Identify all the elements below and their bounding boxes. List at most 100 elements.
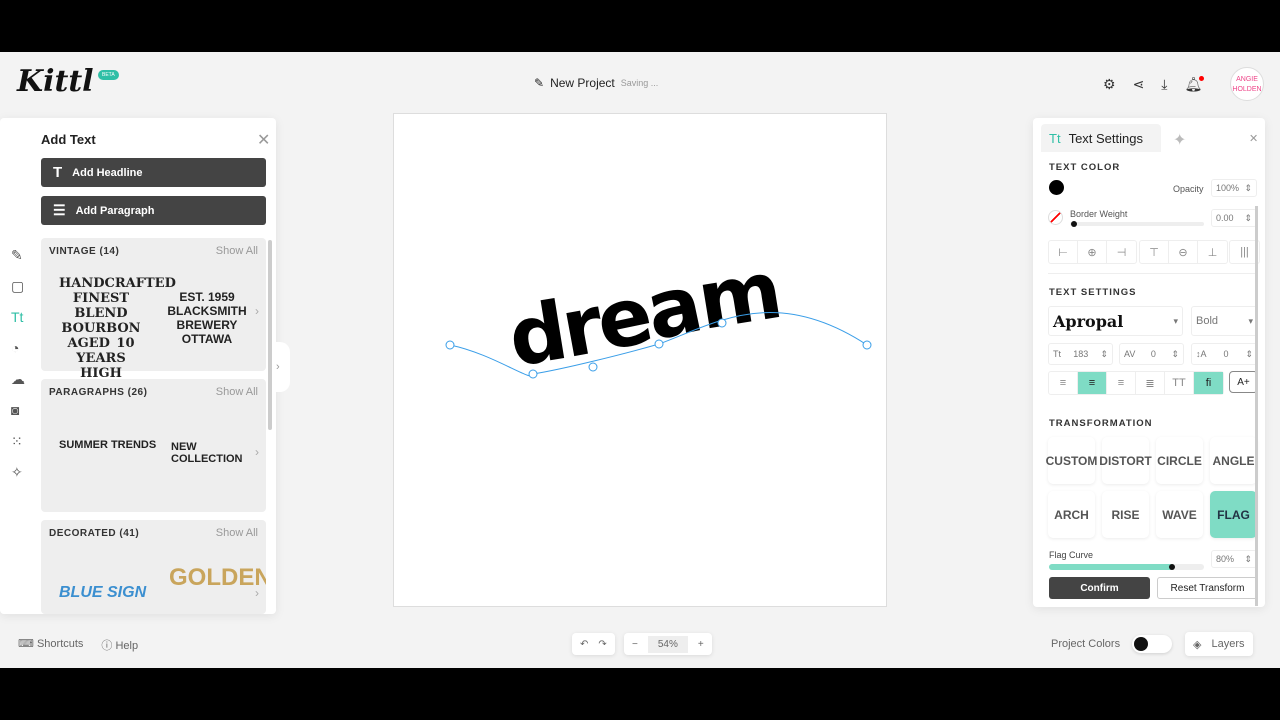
project-title-area[interactable]: ✎ New Project Saving ...: [534, 76, 658, 90]
chevron-right-icon[interactable]: ›: [255, 304, 259, 318]
chevron-down-icon: ▾: [1173, 315, 1178, 326]
scrollbar[interactable]: [268, 240, 272, 430]
text-color-swatch[interactable]: [1049, 180, 1064, 195]
collapse-panel-button[interactable]: ›: [276, 342, 290, 392]
dream-text[interactable]: dream: [502, 243, 788, 385]
ligature-icon[interactable]: ﬁ: [1194, 372, 1223, 394]
align-left-icon[interactable]: ⊢: [1049, 241, 1078, 263]
project-colors-toggle[interactable]: [1132, 635, 1172, 653]
align-top-icon[interactable]: ⊤: [1140, 241, 1169, 263]
add-text-panel: Add Text ✕ T Add Headline ☰ Add Paragraph …: [0, 118, 290, 614]
align-text-left-icon[interactable]: ≡: [1049, 372, 1078, 394]
flag-curve-slider[interactable]: [1049, 564, 1204, 570]
letter-spacing-field[interactable]: AV 0 ⇕: [1119, 343, 1184, 365]
text-icon: Tt: [1049, 130, 1061, 146]
show-all-link[interactable]: Show All: [216, 527, 258, 539]
add-headline-button[interactable]: T Add Headline: [41, 158, 266, 187]
border-weight-field[interactable]: 0.00 ⇕: [1211, 209, 1257, 227]
help-button[interactable]: ⓘ Help: [101, 637, 138, 653]
ai-sparkle-icon[interactable]: ✧: [11, 464, 25, 482]
align-right-icon[interactable]: ⊣: [1107, 241, 1136, 263]
bourbon-preview[interactable]: HANDCRAFTED FINEST BLEND BOURBON AGED 10…: [59, 276, 176, 396]
font-select[interactable]: Apropal ▾: [1048, 306, 1183, 336]
shortcuts-button[interactable]: ⌨ Shortcuts: [18, 637, 83, 653]
avatar[interactable]: ANGIE HOLDEN: [1230, 67, 1264, 101]
pattern-icon[interactable]: ⁙: [11, 433, 25, 451]
chevron-right-icon[interactable]: ›: [255, 586, 259, 600]
redo-icon[interactable]: ↷: [598, 639, 606, 650]
line-height-icon: ↕A: [1196, 349, 1207, 359]
justify-icon[interactable]: ≣: [1136, 372, 1165, 394]
layers-icon: ◈: [1193, 638, 1202, 651]
line-height-field[interactable]: ↕A 0 ⇕: [1191, 343, 1258, 365]
undo-redo-group: ↶ ↷: [572, 633, 615, 655]
shapes-icon[interactable]: ◔: [11, 340, 25, 358]
design-canvas[interactable]: dream: [393, 113, 887, 607]
share-icon[interactable]: ⋖: [1133, 76, 1145, 93]
weight-select[interactable]: Bold ▾: [1191, 306, 1258, 336]
text-icon[interactable]: Tt: [11, 309, 25, 327]
vintage-section[interactable]: VINTAGE (14) Show All HANDCRAFTED FINEST…: [41, 238, 266, 396]
paragraphs-section[interactable]: PARAGRAPHS (26) Show All SUMMER TRENDS N…: [41, 379, 266, 512]
undo-icon[interactable]: ↶: [580, 639, 588, 650]
help-icon: ⓘ: [101, 640, 113, 652]
opacity-field[interactable]: 100% ⇕: [1211, 179, 1257, 197]
border-weight-slider[interactable]: [1070, 221, 1204, 227]
align-text-right-icon[interactable]: ≡: [1107, 372, 1136, 394]
layers-button[interactable]: ◈ Layers: [1185, 632, 1253, 656]
zoom-level[interactable]: 54%: [647, 635, 688, 653]
section-title: DECORATED (41): [49, 528, 140, 539]
scrollbar[interactable]: [1255, 206, 1258, 606]
new-collection-preview[interactable]: NEW COLLECTION: [171, 441, 266, 465]
align-middle-icon[interactable]: ⊖: [1169, 241, 1198, 263]
transform-angle[interactable]: ANGLE: [1210, 437, 1257, 484]
uppercase-icon[interactable]: TT: [1165, 372, 1194, 394]
vertical-align-group: ⊤ ⊖ ⊥: [1139, 240, 1228, 264]
blue-sign-preview[interactable]: BLUE SIGN: [59, 584, 146, 602]
reset-transform-button[interactable]: Reset Transform: [1157, 577, 1258, 599]
show-all-link[interactable]: Show All: [216, 386, 258, 398]
align-bottom-icon[interactable]: ⊥: [1198, 241, 1227, 263]
warped-text[interactable]: dream: [394, 114, 888, 608]
zoom-out-button[interactable]: −: [632, 639, 638, 650]
confirm-button[interactable]: Confirm: [1049, 577, 1150, 599]
transform-rise[interactable]: RISE: [1102, 491, 1149, 538]
flag-curve-field[interactable]: 80% ⇕: [1211, 550, 1257, 568]
ai-text-tab-icon[interactable]: ✦: [1173, 130, 1186, 150]
zoom-in-button[interactable]: +: [698, 639, 704, 650]
download-icon[interactable]: ⤓: [1161, 76, 1167, 93]
upload-icon[interactable]: ☁: [11, 371, 25, 389]
transform-circle[interactable]: CIRCLE: [1156, 437, 1203, 484]
summer-trends-preview[interactable]: SUMMER TRENDS: [59, 439, 156, 451]
transform-flag[interactable]: FLAG: [1210, 491, 1257, 538]
project-title[interactable]: New Project: [550, 76, 615, 90]
align-text-center-icon[interactable]: ≡: [1078, 372, 1107, 394]
align-center-h-icon[interactable]: ⊕: [1078, 241, 1107, 263]
tab-text-settings[interactable]: Tt Text Settings: [1041, 124, 1161, 152]
pencil-icon[interactable]: ✎: [534, 76, 544, 90]
show-all-link[interactable]: Show All: [216, 245, 258, 257]
bell-icon[interactable]: 🔔︎: [1185, 76, 1205, 93]
close-icon[interactable]: ✕: [1249, 132, 1258, 145]
text-align-group: ≡ ≡ ≡ ≣ TT ﬁ: [1048, 371, 1224, 395]
golden-preview[interactable]: GOLDEN: [169, 564, 266, 592]
transform-distort[interactable]: DISTORT: [1099, 437, 1152, 484]
border-color-swatch[interactable]: [1048, 210, 1063, 225]
border-weight-label: Border Weight: [1070, 209, 1128, 219]
font-size-field[interactable]: Tt 183 ⇕: [1048, 343, 1113, 365]
transform-custom[interactable]: CUSTOM: [1046, 437, 1097, 484]
text-effects-button[interactable]: A+: [1229, 371, 1258, 393]
flag-curve-label: Flag Curve: [1049, 550, 1094, 560]
blacksmith-preview[interactable]: EST. 1959 BLACKSMITH BREWERY OTTAWA: [161, 290, 253, 346]
transform-wave[interactable]: WAVE: [1156, 491, 1203, 538]
transform-arch[interactable]: ARCH: [1048, 491, 1095, 538]
close-icon[interactable]: ✕: [257, 130, 270, 150]
templates-icon[interactable]: ▢: [11, 278, 25, 296]
camera-icon[interactable]: ◙: [11, 402, 25, 420]
edit-icon[interactable]: ✎: [11, 247, 25, 265]
add-paragraph-button[interactable]: ☰ Add Paragraph: [41, 196, 266, 225]
kittl-logo[interactable]: Kittl: [17, 64, 94, 99]
chevron-right-icon[interactable]: ›: [255, 445, 259, 459]
gear-icon[interactable]: ⚙: [1103, 76, 1116, 93]
decorated-section[interactable]: DECORATED (41) Show All BLUE SIGN GOLDEN…: [41, 520, 266, 614]
